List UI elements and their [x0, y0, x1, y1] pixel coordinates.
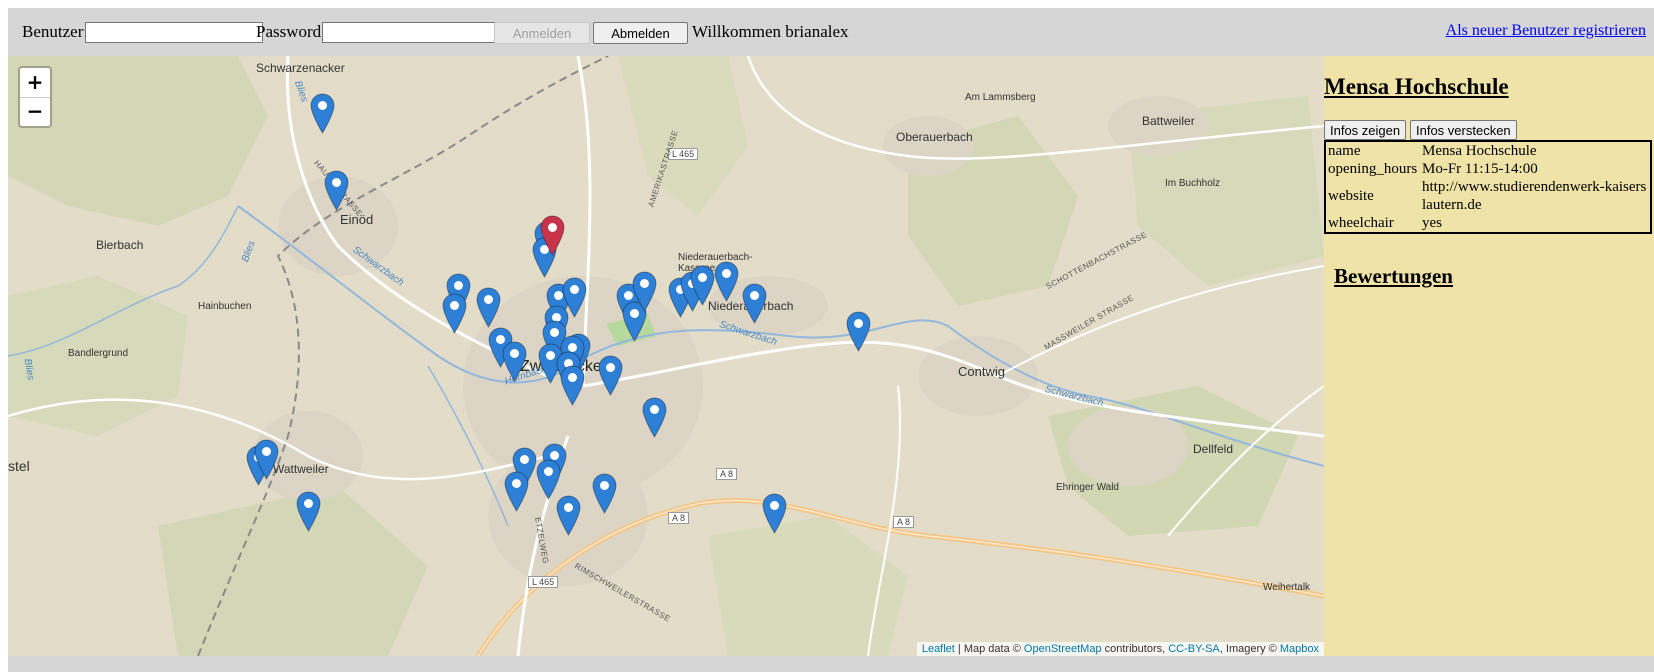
info-row: website http://www.studierendenwerk-kais… — [1325, 178, 1651, 214]
map-marker[interactable] — [323, 170, 349, 211]
place-label: stel — [8, 458, 30, 474]
info-value: Mo-Fr 11:15-14:00 — [1422, 161, 1538, 177]
map-marker[interactable] — [555, 495, 581, 536]
hide-info-button[interactable]: Infos verstecken — [1410, 120, 1517, 140]
info-value: Mensa Hochschule — [1422, 143, 1537, 159]
info-key: name — [1328, 143, 1361, 159]
login-header: Benutzer: Password: Anmelden Abmelden Wi… — [8, 8, 1654, 56]
road-shield: A 8 — [716, 468, 738, 480]
map-marker[interactable] — [761, 493, 787, 534]
map-marker[interactable] — [475, 287, 501, 328]
info-row: name Mensa Hochschule — [1325, 141, 1651, 160]
map-marker[interactable] — [741, 283, 767, 324]
mapbox-link[interactable]: Mapbox — [1280, 643, 1319, 655]
road-shield: A 8 — [893, 516, 915, 528]
leaflet-link[interactable]: Leaflet — [922, 643, 955, 655]
selected-map-marker[interactable] — [539, 215, 565, 256]
place-label: Contwig — [958, 364, 1005, 379]
place-label: Weihertalk — [1263, 582, 1311, 593]
attribution-text: , Imagery © — [1219, 643, 1280, 655]
map-marker[interactable] — [597, 355, 623, 396]
place-label: Im Buchholz — [1165, 178, 1221, 189]
welcome-text: Willkommen brianalex — [692, 22, 849, 41]
place-label: Ehringer Wald — [1056, 482, 1119, 493]
map-marker[interactable] — [441, 293, 467, 334]
info-value: yes — [1422, 215, 1442, 231]
place-label: Am Lammsberg — [965, 92, 1036, 103]
road-shield: L 465 — [528, 576, 559, 588]
zoom-in-button[interactable]: + — [20, 68, 50, 97]
place-label: Bierbach — [96, 238, 144, 252]
road-shield: A 8 — [668, 512, 690, 524]
zoom-control: + − — [18, 66, 52, 128]
map-marker[interactable] — [535, 459, 561, 500]
info-table: name Mensa Hochschule opening_hours Mo-F… — [1324, 140, 1652, 234]
place-label: Bandlergrund — [68, 348, 129, 359]
info-key: website — [1328, 188, 1374, 204]
map-marker[interactable] — [845, 311, 871, 352]
attribution-text: | Map data © — [954, 643, 1024, 655]
map-marker[interactable] — [559, 365, 585, 406]
password-label: Password: — [256, 22, 326, 41]
map-marker[interactable] — [713, 261, 739, 302]
map-marker[interactable] — [253, 439, 279, 480]
register-link[interactable]: Als neuer Benutzer registrieren — [1446, 22, 1646, 40]
details-sidebar: Mensa Hochschule Infos zeigen Infos vers… — [1324, 56, 1654, 656]
info-row: wheelchair yes — [1325, 214, 1651, 233]
info-key: wheelchair — [1328, 215, 1394, 231]
map-marker[interactable] — [631, 271, 657, 312]
attribution-text: contributors, — [1101, 643, 1169, 655]
zoom-out-button[interactable]: − — [20, 97, 50, 126]
map-view[interactable]: Schwarzenacker Einöd Bierbach Hainbuchen… — [8, 56, 1324, 656]
map-marker[interactable] — [591, 473, 617, 514]
show-info-button[interactable]: Infos zeigen — [1324, 120, 1407, 140]
map-marker[interactable] — [309, 93, 335, 134]
place-label: Wattweiler — [273, 462, 329, 476]
page-frame: Benutzer: Password: Anmelden Abmelden Wi… — [8, 8, 1654, 672]
info-value: http://www.studierendenwerk-kaiserslaute… — [1422, 179, 1647, 213]
place-label: Hainbuchen — [198, 301, 252, 312]
map-marker[interactable] — [295, 491, 321, 532]
logout-button[interactable]: Abmelden — [593, 22, 688, 44]
license-link[interactable]: CC-BY-SA — [1168, 643, 1220, 655]
map-marker[interactable] — [503, 471, 529, 512]
username-label: Benutzer: — [22, 22, 89, 41]
info-row: opening_hours Mo-Fr 11:15-14:00 — [1325, 160, 1651, 178]
username-input[interactable] — [85, 22, 263, 43]
map-attribution: Leaflet | Map data © OpenStreetMap contr… — [916, 642, 1324, 656]
map-marker[interactable] — [641, 397, 667, 438]
place-title: Mensa Hochschule — [1324, 74, 1509, 99]
place-label: Schwarzenacker — [256, 61, 345, 75]
map-marker[interactable] — [689, 265, 715, 306]
password-input[interactable] — [322, 22, 500, 43]
reviews-title: Bewertungen — [1334, 264, 1453, 288]
osm-link[interactable]: OpenStreetMap — [1024, 643, 1102, 655]
login-button[interactable]: Anmelden — [494, 22, 590, 44]
place-label: Dellfeld — [1193, 442, 1234, 456]
map-marker[interactable] — [501, 341, 527, 382]
place-label: Oberauerbach — [896, 130, 973, 144]
info-key: opening_hours — [1328, 161, 1418, 177]
place-label: Battweiler — [1142, 114, 1195, 128]
